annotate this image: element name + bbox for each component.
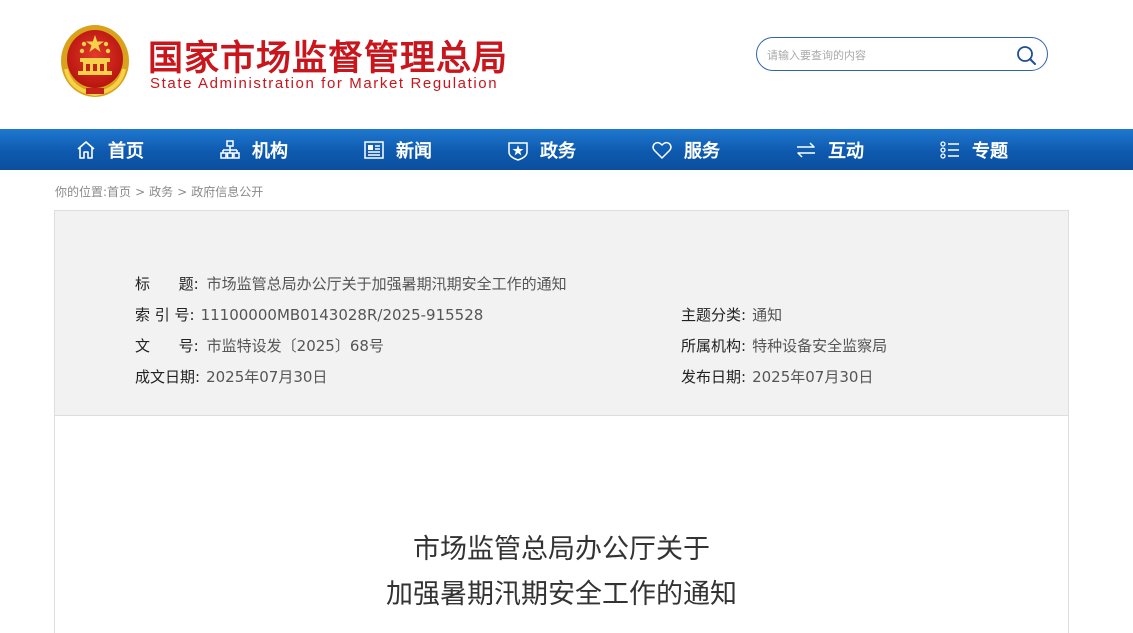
home-icon [75,139,97,161]
meta-label-topic: 主题分类: [681,306,747,324]
meta-value-written-date: 2025年07月30日 [206,368,328,386]
breadcrumb: 你的位置:首页 > 政务 > 政府信息公开 [55,183,263,200]
document-title-line1: 市场监管总局办公厅关于 [413,534,710,565]
meta-row-docno: 文 号: 市监特设发〔2025〕68号 [135,335,384,356]
nav-item-home[interactable]: 首页 [75,129,144,170]
meta-value-title: 市场监管总局办公厅关于加强暑期汛期安全工作的通知 [206,275,567,293]
meta-row-published-date: 发布日期: 2025年07月30日 [681,366,873,387]
search-icon[interactable] [1015,44,1037,66]
nav-item-org[interactable]: 机构 [219,129,288,170]
meta-label-written-date: 成文日期: [135,368,201,386]
news-icon [363,139,385,161]
breadcrumb-separator: > [177,185,188,199]
meta-value-org: 特种设备安全监察局 [752,337,888,355]
breadcrumb-link-affairs[interactable]: 政务 [149,185,173,199]
breadcrumb-prefix: 你的位置: [55,185,108,199]
nav-item-topics[interactable]: 专题 [939,129,1008,170]
nav-label: 互动 [828,140,864,162]
nav-item-services[interactable]: 服务 [651,129,720,170]
nav-label: 机构 [252,140,288,162]
search-box [756,37,1048,71]
meta-row-written-date: 成文日期: 2025年07月30日 [135,366,327,387]
breadcrumb-link-disclosure[interactable]: 政府信息公开 [191,185,263,199]
nav-item-news[interactable]: 新闻 [363,129,432,170]
nav-item-interaction[interactable]: 互动 [795,129,864,170]
nav-item-affairs[interactable]: 政务 [507,129,576,170]
breadcrumb-separator: > [135,185,146,199]
nav-label: 专题 [972,140,1008,162]
site-header: 国家市场监督管理总局 State Administration for Mark… [0,0,1133,129]
nav-label: 政务 [540,140,576,162]
org-chart-icon [219,139,241,161]
topic-list-icon [939,139,961,161]
article-frame: 标 题: 市场监管总局办公厅关于加强暑期汛期安全工作的通知 索 引 号: 11100… [54,210,1069,633]
national-emblem-icon [61,25,129,97]
nav-label: 新闻 [396,140,432,162]
meta-label-index: 索 引 号: [135,306,195,324]
meta-label-title: 标 题: [135,275,199,293]
meta-row-index: 索 引 号: 11100000MB0143028R/2025-915528 [135,304,483,325]
meta-value-docno: 市监特设发〔2025〕68号 [206,337,384,355]
nav-label: 服务 [684,140,720,162]
shield-star-icon [507,139,529,161]
meta-value-published-date: 2025年07月30日 [752,368,874,386]
exchange-arrows-icon [795,139,817,161]
meta-value-topic: 通知 [752,306,783,324]
meta-row-org: 所属机构: 特种设备安全监察局 [681,335,887,356]
site-name-cn: 国家市场监督管理总局 [148,39,509,79]
heart-icon [651,139,673,161]
breadcrumb-link-home[interactable]: 首页 [107,185,131,199]
meta-value-index: 11100000MB0143028R/2025-915528 [200,306,484,324]
site-name-en: State Administration for Market Regulati… [150,75,499,92]
metadata-panel: 标 题: 市场监管总局办公厅关于加强暑期汛期安全工作的通知 索 引 号: 11100… [55,211,1068,416]
main-nav: 首页 机构 新闻 政务 服务 互动 专题 [0,129,1133,170]
meta-row-topic: 主题分类: 通知 [681,304,782,325]
meta-label-published-date: 发布日期: [681,368,747,386]
meta-label-org: 所属机构: [681,337,747,355]
nav-label: 首页 [108,140,144,162]
meta-row-title: 标 题: 市场监管总局办公厅关于加强暑期汛期安全工作的通知 [135,273,567,294]
meta-label-docno: 文 号: [135,337,199,355]
document-title-line2: 加强暑期汛期安全工作的通知 [386,579,737,610]
search-input[interactable] [767,46,1007,64]
